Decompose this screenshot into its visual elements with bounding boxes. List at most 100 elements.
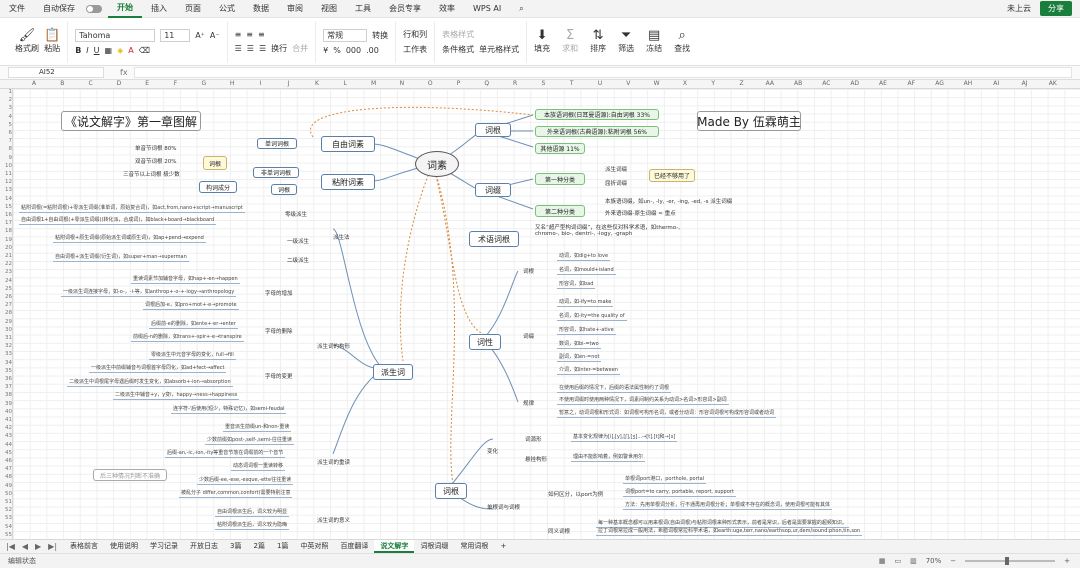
row-number[interactable]: 14	[0, 196, 12, 202]
last-sheet-icon[interactable]: ▶|	[48, 542, 57, 551]
cell-style-button[interactable]: 单元格样式	[479, 44, 519, 55]
font-color-icon[interactable]: A	[128, 46, 133, 55]
row-number[interactable]: 12	[0, 179, 12, 185]
fill-button[interactable]: ⬇ 填充	[534, 29, 550, 54]
column-letter[interactable]: AE	[877, 80, 889, 87]
rows-cols-button[interactable]: 行和列	[403, 29, 427, 40]
first-sheet-icon[interactable]: |◀	[6, 542, 15, 551]
tab-sheet-1[interactable]: 表格前言	[64, 540, 104, 553]
name-box[interactable]: AI52	[8, 67, 104, 78]
menu-view[interactable]: 视图	[312, 3, 346, 14]
font-grow-button[interactable]: A⁺	[195, 31, 205, 40]
row-number[interactable]: 16	[0, 212, 12, 218]
row-number[interactable]: 47	[0, 466, 12, 472]
row-number[interactable]: 11	[0, 171, 12, 177]
prev-sheet-icon[interactable]: ◀	[22, 542, 28, 551]
paste-button[interactable]: 📋 粘贴	[44, 29, 60, 54]
row-number[interactable]: 6	[0, 130, 13, 136]
row-number[interactable]: 50	[0, 491, 12, 497]
column-letter[interactable]: W	[651, 80, 663, 87]
column-letter[interactable]: D	[113, 80, 125, 87]
row-number[interactable]: 32	[0, 343, 12, 349]
row-number[interactable]: 15	[0, 204, 12, 210]
row-number[interactable]: 3	[0, 105, 13, 111]
column-letter[interactable]: AH	[962, 80, 974, 87]
column-letter[interactable]: N	[396, 80, 408, 87]
cond-format-button[interactable]: 条件格式	[442, 44, 474, 55]
row-number[interactable]: 52	[0, 507, 12, 513]
column-letter[interactable]: P	[453, 80, 465, 87]
next-sheet-icon[interactable]: ▶	[35, 542, 41, 551]
bold-button[interactable]: B	[75, 46, 81, 55]
row-number[interactable]: 23	[0, 269, 12, 275]
view-normal-icon[interactable]: ▦	[879, 557, 886, 565]
column-letter[interactable]: V	[622, 80, 634, 87]
filter-button[interactable]: ⏷ 筛选	[618, 29, 634, 54]
tab-sheet-5[interactable]: 3篇	[224, 540, 247, 553]
decimal-icon[interactable]: .00	[366, 46, 379, 55]
table-style-button[interactable]: 表格样式	[442, 29, 474, 40]
column-letter[interactable]: O	[424, 80, 436, 87]
tab-sheet-2[interactable]: 使用说明	[104, 540, 144, 553]
row-number[interactable]: 41	[0, 417, 12, 423]
font-name-select[interactable]: Tahoma	[75, 28, 156, 42]
row-number[interactable]: 20	[0, 245, 12, 251]
column-letter[interactable]: Z	[736, 80, 748, 87]
row-number[interactable]: 10	[0, 163, 12, 169]
row-number[interactable]: 35	[0, 368, 12, 374]
menu-member[interactable]: 会员专享	[380, 3, 430, 14]
row-number[interactable]: 31	[0, 335, 12, 341]
tab-sheet-7[interactable]: 1篇	[271, 540, 294, 553]
row-number[interactable]: 49	[0, 483, 12, 489]
menu-home[interactable]: 开始	[108, 0, 142, 18]
column-letter[interactable]: G	[198, 80, 210, 87]
column-letter[interactable]: F	[170, 80, 182, 87]
eraser-icon[interactable]: ⌫	[139, 46, 150, 55]
column-letter[interactable]: X	[679, 80, 691, 87]
row-number[interactable]: 36	[0, 376, 12, 382]
row-number[interactable]: 13	[0, 187, 12, 193]
column-letter[interactable]: AG	[934, 80, 946, 87]
row-number[interactable]: 17	[0, 220, 12, 226]
column-letter[interactable]: AC	[820, 80, 832, 87]
zoom-slider[interactable]	[965, 557, 1056, 565]
align-top-icon[interactable]: ≡	[235, 30, 242, 39]
autosave-toggle[interactable]	[86, 4, 102, 13]
menu-formula[interactable]: 公式	[210, 3, 244, 14]
column-letter[interactable]: AF	[905, 80, 917, 87]
row-number[interactable]: 54	[0, 524, 12, 530]
format-painter-button[interactable]: 🖌 格式刷	[15, 29, 39, 54]
wrap-button[interactable]: 换行	[271, 43, 287, 54]
row-number[interactable]: 39	[0, 401, 12, 407]
row-number[interactable]: 8	[0, 146, 13, 152]
column-letter[interactable]: T	[566, 80, 578, 87]
thousands-icon[interactable]: 000	[346, 46, 361, 55]
row-number[interactable]: 26	[0, 294, 12, 300]
underline-button[interactable]: U	[94, 46, 100, 55]
menu-insert[interactable]: 插入	[142, 3, 176, 14]
row-number[interactable]: 27	[0, 302, 12, 308]
row-number[interactable]: 53	[0, 515, 12, 521]
column-letter[interactable]: E	[141, 80, 153, 87]
column-letter[interactable]: AD	[849, 80, 861, 87]
row-number[interactable]: 30	[0, 327, 12, 333]
cloud-status[interactable]: 未上云	[998, 3, 1040, 14]
row-number[interactable]: 44	[0, 442, 12, 448]
column-letter[interactable]: R	[509, 80, 521, 87]
formula-input[interactable]	[133, 67, 1072, 78]
column-letter[interactable]: A	[28, 80, 40, 87]
column-letter[interactable]: B	[56, 80, 68, 87]
percent-icon[interactable]: %	[333, 46, 341, 55]
italic-button[interactable]: I	[86, 46, 88, 55]
column-letter[interactable]: J	[283, 80, 295, 87]
column-letter[interactable]: AI	[990, 80, 1002, 87]
row-number[interactable]: 18	[0, 228, 12, 234]
font-shrink-button[interactable]: A⁻	[210, 31, 220, 40]
tab-sheet-3[interactable]: 学习记录	[144, 540, 184, 553]
row-number[interactable]: 40	[0, 409, 12, 415]
column-letter[interactable]: AB	[792, 80, 804, 87]
row-number[interactable]: 37	[0, 384, 12, 390]
zoom-level[interactable]: 70%	[926, 557, 942, 565]
column-letter[interactable]: Y	[707, 80, 719, 87]
align-middle-icon[interactable]: ≡	[246, 30, 253, 39]
